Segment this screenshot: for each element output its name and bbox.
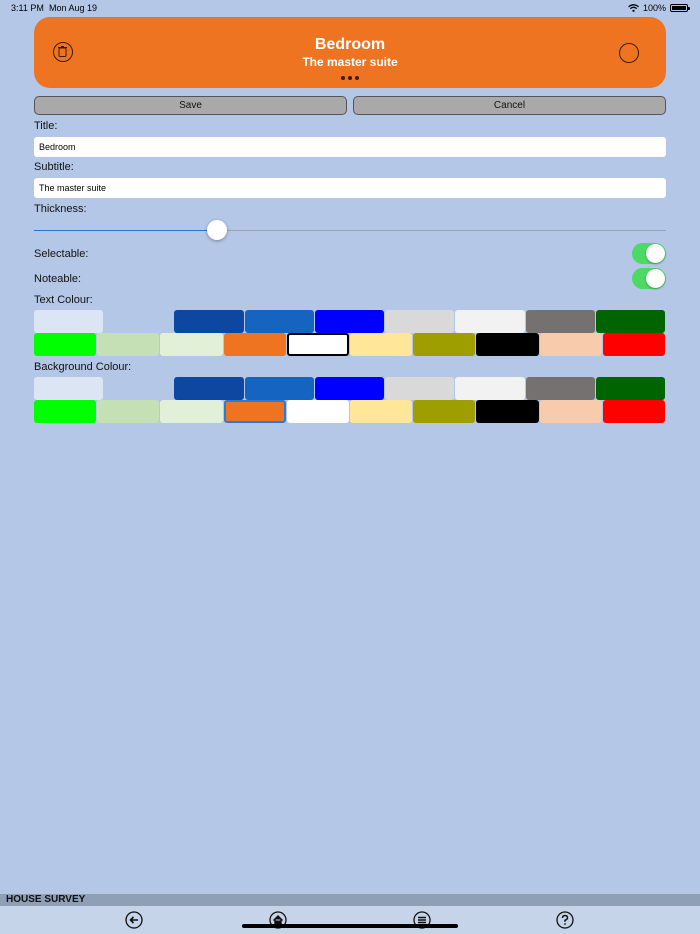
title-field[interactable] [34, 137, 666, 157]
colour-swatch[interactable] [413, 333, 476, 356]
back-icon[interactable] [125, 911, 143, 929]
colour-swatch[interactable] [349, 400, 413, 423]
toggle-knob [646, 269, 665, 288]
subtitle-label: Subtitle: [34, 161, 74, 173]
colour-swatch[interactable] [595, 310, 665, 333]
colour-swatch[interactable] [244, 377, 314, 400]
battery-percent: 100% [642, 3, 666, 13]
colour-swatch[interactable] [244, 310, 314, 333]
background-colour-label: Background Colour: [34, 361, 132, 373]
more-dots-icon[interactable] [34, 76, 666, 80]
colour-swatch[interactable] [34, 377, 104, 400]
colour-swatch[interactable] [104, 310, 174, 333]
colour-swatch[interactable] [602, 333, 665, 356]
colour-swatch[interactable] [97, 400, 160, 423]
status-date: Mon Aug 19 [49, 3, 98, 13]
colour-swatch[interactable] [525, 310, 595, 333]
colour-swatch[interactable] [34, 400, 97, 423]
colour-swatch[interactable] [160, 333, 223, 356]
status-bar: 3:11 PM Mon Aug 19 100% [0, 0, 700, 16]
battery-icon [670, 4, 690, 12]
colour-swatch[interactable] [476, 333, 539, 356]
colour-swatch[interactable] [160, 400, 223, 423]
help-icon[interactable] [556, 911, 574, 929]
status-time: 3:11 PM [11, 3, 44, 13]
selectable-toggle[interactable] [632, 243, 666, 264]
thickness-label: Thickness: [34, 203, 87, 215]
text-colour-row-1 [34, 310, 666, 333]
toggle-knob [646, 244, 665, 263]
colour-swatch[interactable] [595, 377, 665, 400]
colour-swatch[interactable] [223, 400, 286, 423]
tab-bar [0, 906, 700, 934]
colour-swatch[interactable] [314, 377, 385, 400]
colour-swatch[interactable] [539, 400, 602, 423]
text-colour-row-2 [34, 333, 666, 356]
preview-card[interactable]: Bedroom The master suite [34, 17, 666, 88]
save-button[interactable]: Save [34, 96, 347, 115]
colour-swatch[interactable] [525, 377, 595, 400]
colour-swatch[interactable] [286, 400, 349, 423]
colour-swatch[interactable] [539, 333, 602, 356]
colour-swatch[interactable] [314, 310, 385, 333]
title-label: Title: [34, 120, 58, 132]
colour-swatch[interactable] [97, 333, 160, 356]
circle-icon[interactable] [619, 43, 639, 63]
colour-swatch[interactable] [223, 333, 286, 356]
colour-swatch[interactable] [455, 377, 525, 400]
status-right: 100% [628, 3, 690, 13]
colour-swatch[interactable] [476, 400, 539, 423]
colour-swatch[interactable] [413, 400, 476, 423]
slider-track [217, 230, 666, 231]
card-subtitle: The master suite [302, 55, 398, 69]
subtitle-field[interactable] [34, 178, 666, 198]
background-colour-row-2 [34, 400, 666, 423]
colour-swatch[interactable] [34, 310, 104, 333]
thickness-slider[interactable] [34, 220, 666, 240]
slider-thumb[interactable] [207, 220, 227, 240]
footer-bar: HOUSE SURVEY [0, 894, 700, 906]
colour-swatch[interactable] [104, 377, 174, 400]
text-colour-label: Text Colour: [34, 294, 93, 306]
colour-swatch[interactable] [385, 377, 455, 400]
selectable-label: Selectable: [34, 248, 89, 260]
colour-swatch[interactable] [34, 333, 97, 356]
colour-swatch[interactable] [174, 310, 244, 333]
wifi-icon [628, 4, 639, 12]
background-colour-row-1 [34, 377, 666, 400]
cancel-button[interactable]: Cancel [353, 96, 666, 115]
colour-swatch[interactable] [286, 333, 349, 356]
home-indicator [242, 924, 458, 928]
noteable-label: Noteable: [34, 273, 82, 285]
colour-swatch[interactable] [174, 377, 244, 400]
colour-swatch[interactable] [602, 400, 665, 423]
colour-swatch[interactable] [349, 333, 413, 356]
card-title: Bedroom [314, 36, 386, 53]
noteable-toggle[interactable] [632, 268, 666, 289]
colour-swatch[interactable] [455, 310, 525, 333]
colour-swatch[interactable] [385, 310, 455, 333]
slider-track-filled [34, 230, 217, 231]
app-name: HOUSE SURVEY [6, 894, 86, 905]
